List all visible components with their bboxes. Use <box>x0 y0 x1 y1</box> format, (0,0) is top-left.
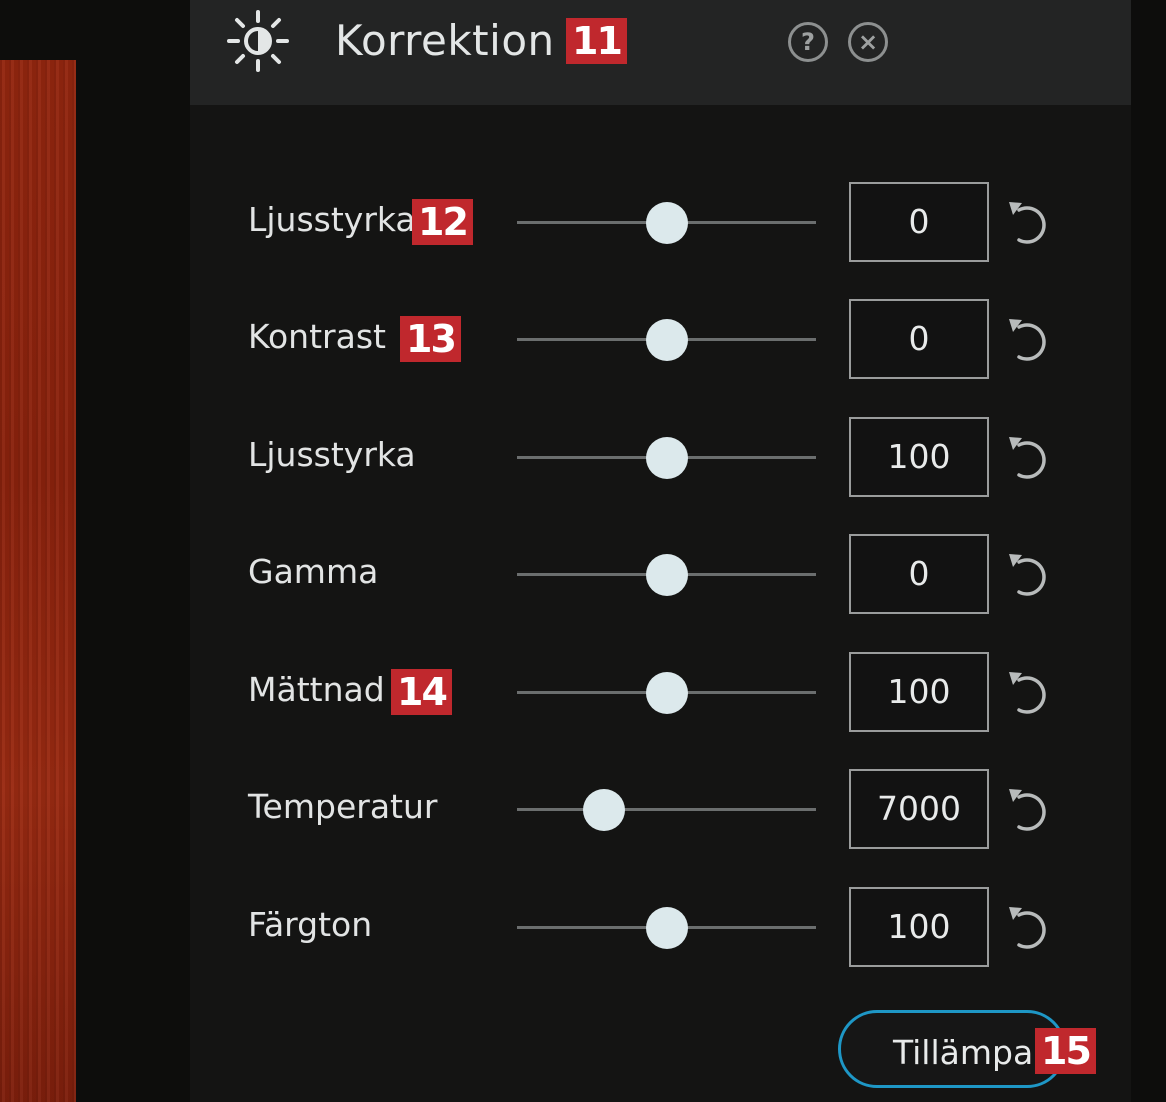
value-input[interactable]: 0 <box>849 534 989 614</box>
value-input[interactable]: 100 <box>849 417 989 497</box>
adjustment-row: Gamma 0 <box>190 534 1131 614</box>
adjustment-row: Temperatur 7000 <box>190 769 1131 849</box>
close-icon[interactable]: × <box>848 22 888 62</box>
adjustment-label: Mättnad <box>248 670 385 709</box>
adjustment-label: Temperatur <box>248 787 438 826</box>
slider-thumb[interactable] <box>582 789 625 831</box>
help-icon[interactable]: ? <box>788 22 828 62</box>
value-input[interactable]: 100 <box>849 887 989 967</box>
adjustment-label: Ljusstyrka <box>248 200 416 239</box>
background-image-edge <box>0 60 76 1102</box>
value-input[interactable]: 0 <box>849 182 989 262</box>
adjustment-label: Kontrast <box>248 317 386 356</box>
callout-badge: 14 <box>391 669 452 715</box>
value-input[interactable]: 7000 <box>849 769 989 849</box>
slider-thumb[interactable] <box>645 319 688 361</box>
adjustment-row: Ljusstyrka 100 <box>190 417 1131 497</box>
slider-track[interactable] <box>517 808 816 811</box>
reset-icon[interactable] <box>1005 903 1057 955</box>
reset-icon[interactable] <box>1005 433 1057 485</box>
slider-thumb[interactable] <box>645 907 688 949</box>
apply-button[interactable]: Tillämpa <box>838 1010 1066 1088</box>
slider-thumb[interactable] <box>645 202 688 244</box>
adjustment-row: Färgton 100 <box>190 887 1131 967</box>
adjustment-row: Mättnad 14 100 <box>190 652 1131 732</box>
adjustment-row: Kontrast 13 0 <box>190 299 1131 379</box>
adjustment-row: Ljusstyrka 12 0 <box>190 182 1131 262</box>
reset-icon[interactable] <box>1005 550 1057 602</box>
adjustment-label: Gamma <box>248 552 379 591</box>
slider-thumb[interactable] <box>645 554 688 596</box>
value-input[interactable]: 0 <box>849 299 989 379</box>
reset-icon[interactable] <box>1005 198 1057 250</box>
panel-titlebar: Korrektion 11 ? × <box>190 0 1131 105</box>
callout-badge: 12 <box>412 199 473 245</box>
reset-icon[interactable] <box>1005 668 1057 720</box>
apply-button-label: Tillämpa <box>893 1033 1034 1072</box>
slider-thumb[interactable] <box>645 437 688 479</box>
reset-icon[interactable] <box>1005 785 1057 837</box>
slider-thumb[interactable] <box>645 672 688 714</box>
panel-title: Korrektion <box>335 16 555 65</box>
callout-badge: 11 <box>566 18 627 64</box>
callout-badge: 13 <box>400 316 461 362</box>
adjustment-label: Färgton <box>248 905 373 944</box>
correction-panel: Korrektion 11 ? × Ljusstyrka 12 0 Kontrast 1… <box>190 0 1131 1102</box>
reset-icon[interactable] <box>1005 315 1057 367</box>
value-input[interactable]: 100 <box>849 652 989 732</box>
sun-icon <box>227 10 289 72</box>
adjustment-label: Ljusstyrka <box>248 435 416 474</box>
callout-badge: 15 <box>1035 1028 1096 1074</box>
